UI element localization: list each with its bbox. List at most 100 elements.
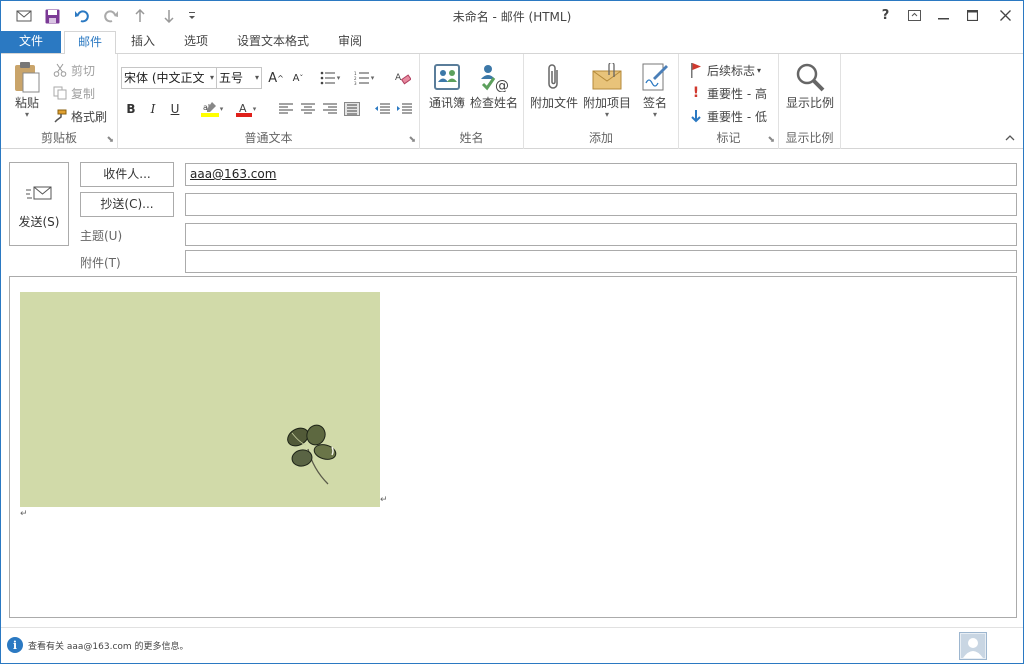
subject-field[interactable]	[185, 223, 1017, 246]
justify-button[interactable]	[342, 99, 362, 119]
bullets-button[interactable]: ▾	[316, 68, 344, 88]
numbering-button[interactable]: 1 2 3 ▾	[350, 68, 378, 88]
check-names-button[interactable]: @ 检查姓名	[468, 60, 520, 111]
attached-field[interactable]	[185, 250, 1017, 273]
inserted-image[interactable]	[20, 292, 380, 507]
shrink-font-button[interactable]: Aˇ	[288, 68, 308, 88]
send-icon	[10, 183, 68, 207]
to-field[interactable]: aaa@163.com	[185, 163, 1017, 186]
cc-field[interactable]	[185, 193, 1017, 216]
tab-options[interactable]: 选项	[173, 31, 219, 53]
clipboard-group: 粘贴 ▾ 剪切 复制 格式刷 剪贴板 ⬊	[1, 54, 118, 149]
font-name-combo[interactable]: 宋体 (中文正文 ▾	[121, 67, 217, 89]
tags-launcher-icon[interactable]: ⬊	[767, 135, 775, 145]
follow-up-button[interactable]: 后续标志 ▾	[687, 60, 761, 80]
maximize-button[interactable]	[958, 1, 987, 29]
clover-image	[20, 292, 380, 507]
grow-font-label: A	[268, 70, 278, 86]
underline-button[interactable]: U	[165, 99, 185, 119]
italic-label: I	[150, 102, 156, 116]
address-book-button[interactable]: 通讯簿	[424, 60, 470, 111]
attach-item-dropdown-icon: ▾	[604, 110, 609, 119]
check-names-icon: @	[468, 60, 520, 94]
decrease-indent-icon	[375, 103, 390, 114]
grow-font-button[interactable]: A ^	[266, 68, 286, 88]
attach-item-button[interactable]: 附加项目 ▾	[580, 60, 634, 119]
minimize-button[interactable]	[929, 1, 958, 29]
font-color-button[interactable]: A ▾	[230, 99, 262, 119]
copy-button[interactable]: 复制	[51, 83, 95, 103]
high-importance-icon: !	[692, 85, 700, 101]
align-left-button[interactable]	[276, 99, 296, 119]
low-importance-button[interactable]: 重要性 - 低	[687, 106, 767, 126]
include-group-label: 添加	[588, 131, 613, 145]
align-center-button[interactable]	[298, 99, 318, 119]
ribbon: 粘贴 ▾ 剪切 复制 格式刷 剪贴板 ⬊ 宋体 (中文正文 ▾ 五号 ▾ A ^…	[1, 53, 1023, 149]
bold-button[interactable]: B	[121, 99, 141, 119]
font-name-value: 宋体 (中文正文	[124, 71, 205, 85]
message-body[interactable]: ↵ ↵	[9, 276, 1017, 618]
align-right-button[interactable]	[320, 99, 340, 119]
send-button[interactable]: 发送(S)	[9, 162, 69, 246]
svg-text:@: @	[495, 78, 509, 92]
copy-icon	[51, 86, 69, 100]
collapse-ribbon-icon[interactable]	[1005, 133, 1015, 144]
paste-button[interactable]: 粘贴 ▾	[7, 60, 47, 119]
message-header: 发送(S) 收件人... aaa@163.com 抄送(C)... 主题(U) …	[1, 150, 1023, 274]
justify-icon	[344, 102, 360, 116]
ribbon-tabs: 文件 邮件 插入 选项 设置文本格式 审阅	[1, 31, 1023, 54]
tab-message[interactable]: 邮件	[64, 31, 116, 54]
increase-indent-button[interactable]	[394, 99, 414, 119]
zoom-button[interactable]: 显示比例	[782, 60, 838, 111]
help-button[interactable]: ?	[871, 1, 900, 29]
tab-review[interactable]: 审阅	[327, 31, 373, 53]
flag-icon	[687, 62, 705, 78]
signature-button[interactable]: 签名 ▾	[634, 60, 676, 119]
shrink-font-label: A	[292, 72, 300, 84]
person-icon	[961, 634, 985, 658]
info-icon: i	[7, 637, 23, 653]
numbering-icon: 123	[354, 71, 369, 85]
clipboard-group-label: 剪贴板	[40, 131, 77, 145]
eraser-icon: A	[395, 73, 411, 84]
basic-text-group-label: 普通文本	[244, 131, 293, 145]
cc-button[interactable]: 抄送(C)...	[80, 192, 174, 217]
format-painter-button[interactable]: 格式刷	[51, 106, 107, 126]
attach-item-label: 附加项目	[582, 96, 631, 110]
high-importance-button[interactable]: ! 重要性 - 高	[687, 83, 767, 103]
font-name-dropdown-icon: ▾	[209, 73, 214, 82]
attach-file-button[interactable]: 附加文件	[528, 60, 580, 111]
ribbon-display-options-button[interactable]	[900, 1, 929, 29]
people-info-text: 查看有关 aaa@163.com 的更多信息。	[28, 641, 189, 652]
svg-text:A: A	[395, 73, 402, 83]
zoom-group: 显示比例 显示比例	[779, 54, 841, 149]
highlight-button[interactable]: ab ▾	[196, 99, 228, 119]
people-info[interactable]: i 查看有关 aaa@163.com 的更多信息。	[7, 637, 189, 653]
italic-button[interactable]: I	[143, 99, 163, 119]
tab-insert[interactable]: 插入	[121, 31, 165, 53]
title-bar: 未命名 - 邮件 (HTML) ?	[1, 1, 1023, 31]
cut-button[interactable]: 剪切	[51, 60, 95, 80]
tab-file[interactable]: 文件	[1, 31, 61, 53]
subject-label: 主题(U)	[80, 229, 123, 243]
magnifier-icon	[782, 60, 838, 94]
avatar[interactable]	[959, 632, 987, 660]
attached-label: 附件(T)	[80, 256, 121, 270]
to-button[interactable]: 收件人...	[80, 162, 174, 187]
basic-text-launcher-icon[interactable]: ⬊	[408, 135, 416, 145]
paste-dropdown-icon: ▾	[24, 110, 29, 119]
include-group: 附加文件 附加项目 ▾ 签名 ▾ 添加	[524, 54, 679, 149]
low-importance-label: 重要性 - 低	[707, 109, 767, 124]
paragraph-mark: ↵	[20, 509, 28, 519]
tab-format-text[interactable]: 设置文本格式	[227, 31, 319, 53]
cut-label: 剪切	[71, 63, 96, 78]
decrease-indent-button[interactable]	[372, 99, 392, 119]
align-center-icon	[301, 103, 315, 114]
to-recipient[interactable]: aaa@163.com	[190, 167, 276, 181]
clipboard-launcher-icon[interactable]: ⬊	[106, 135, 114, 145]
clear-formatting-button[interactable]: A	[393, 68, 413, 88]
close-button[interactable]	[987, 1, 1023, 29]
basic-text-group: 宋体 (中文正文 ▾ 五号 ▾ A ^ Aˇ ▾ 1 2 3 ▾ A B I U ab ▾	[118, 54, 420, 149]
font-size-combo[interactable]: 五号 ▾	[216, 67, 262, 89]
high-importance-label: 重要性 - 高	[707, 86, 767, 101]
